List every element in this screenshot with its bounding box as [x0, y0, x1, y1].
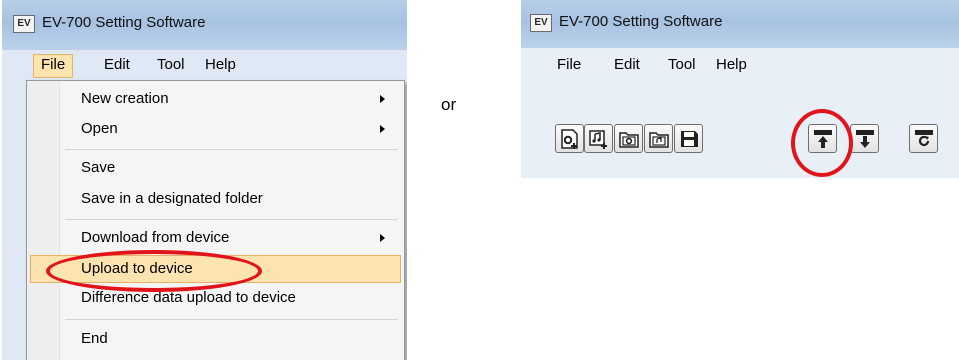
menu-separator [65, 319, 398, 320]
menu-separator [65, 219, 398, 220]
app-logo-icon: EV [530, 14, 552, 32]
menu-file[interactable]: File [33, 54, 74, 78]
save-floppy-icon [681, 131, 698, 147]
right-menubar: File Edit Tool Help [521, 48, 959, 78]
download-from-device-icon [856, 130, 874, 148]
window-title: EV-700 Setting Software [559, 13, 723, 30]
save-button[interactable] [674, 124, 703, 153]
menu-edit[interactable]: Edit [607, 54, 647, 76]
submenu-arrow-icon [380, 234, 385, 242]
open-settings-folder-icon [619, 132, 639, 148]
menu-item-label: New creation [81, 90, 169, 107]
red-highlight-circle [791, 109, 853, 177]
left-app-window: EV EV-700 Setting Software File Edit Too… [2, 0, 407, 360]
red-highlight-ellipse [46, 250, 262, 292]
new-settings-button[interactable] [555, 124, 584, 153]
sync-device-icon [915, 130, 933, 147]
menu-file[interactable]: File [550, 54, 588, 76]
right-titlebar: EV EV-700 Setting Software [521, 0, 959, 48]
open-settings-folder-button[interactable] [614, 124, 643, 153]
menu-tool[interactable]: Tool [150, 54, 192, 76]
submenu-arrow-icon [380, 95, 385, 103]
left-menubar: File Edit Tool Help [2, 50, 407, 80]
window-frame-edge [2, 80, 26, 360]
file-menu-dropdown: New creation Open Save Save in a designa… [26, 80, 405, 360]
menu-edit[interactable]: Edit [97, 54, 137, 76]
menu-item-label: Download from device [81, 229, 230, 246]
menu-item-label: Open [81, 120, 118, 137]
menu-item-new-creation[interactable]: New creation [30, 85, 401, 113]
menu-separator [65, 149, 398, 150]
open-music-folder-icon [649, 132, 669, 148]
menu-item-open[interactable]: Open [30, 115, 401, 143]
left-titlebar: EV EV-700 Setting Software [2, 0, 407, 50]
menu-item-end[interactable]: End [30, 325, 401, 353]
new-settings-icon [561, 129, 578, 149]
window-title: EV-700 Setting Software [42, 14, 206, 31]
menu-item-save[interactable]: Save [30, 154, 401, 182]
new-music-icon [589, 130, 607, 149]
or-label: or [441, 95, 457, 114]
menu-item-label: Save [81, 159, 116, 176]
menu-item-label: Save in a designated folder [81, 190, 263, 207]
app-logo-icon: EV [13, 15, 35, 33]
sync-device-button[interactable] [909, 124, 938, 153]
new-music-button[interactable] [584, 124, 613, 153]
menu-tool[interactable]: Tool [661, 54, 703, 76]
submenu-arrow-icon [380, 125, 385, 133]
menu-help[interactable]: Help [709, 54, 754, 76]
open-music-folder-button[interactable] [644, 124, 673, 153]
download-from-device-button[interactable] [850, 124, 879, 153]
menu-item-label: End [81, 330, 108, 347]
menu-item-download-from-device[interactable]: Download from device [30, 224, 401, 252]
menu-help[interactable]: Help [198, 54, 243, 76]
menu-item-save-designated-folder[interactable]: Save in a designated folder [30, 185, 401, 213]
